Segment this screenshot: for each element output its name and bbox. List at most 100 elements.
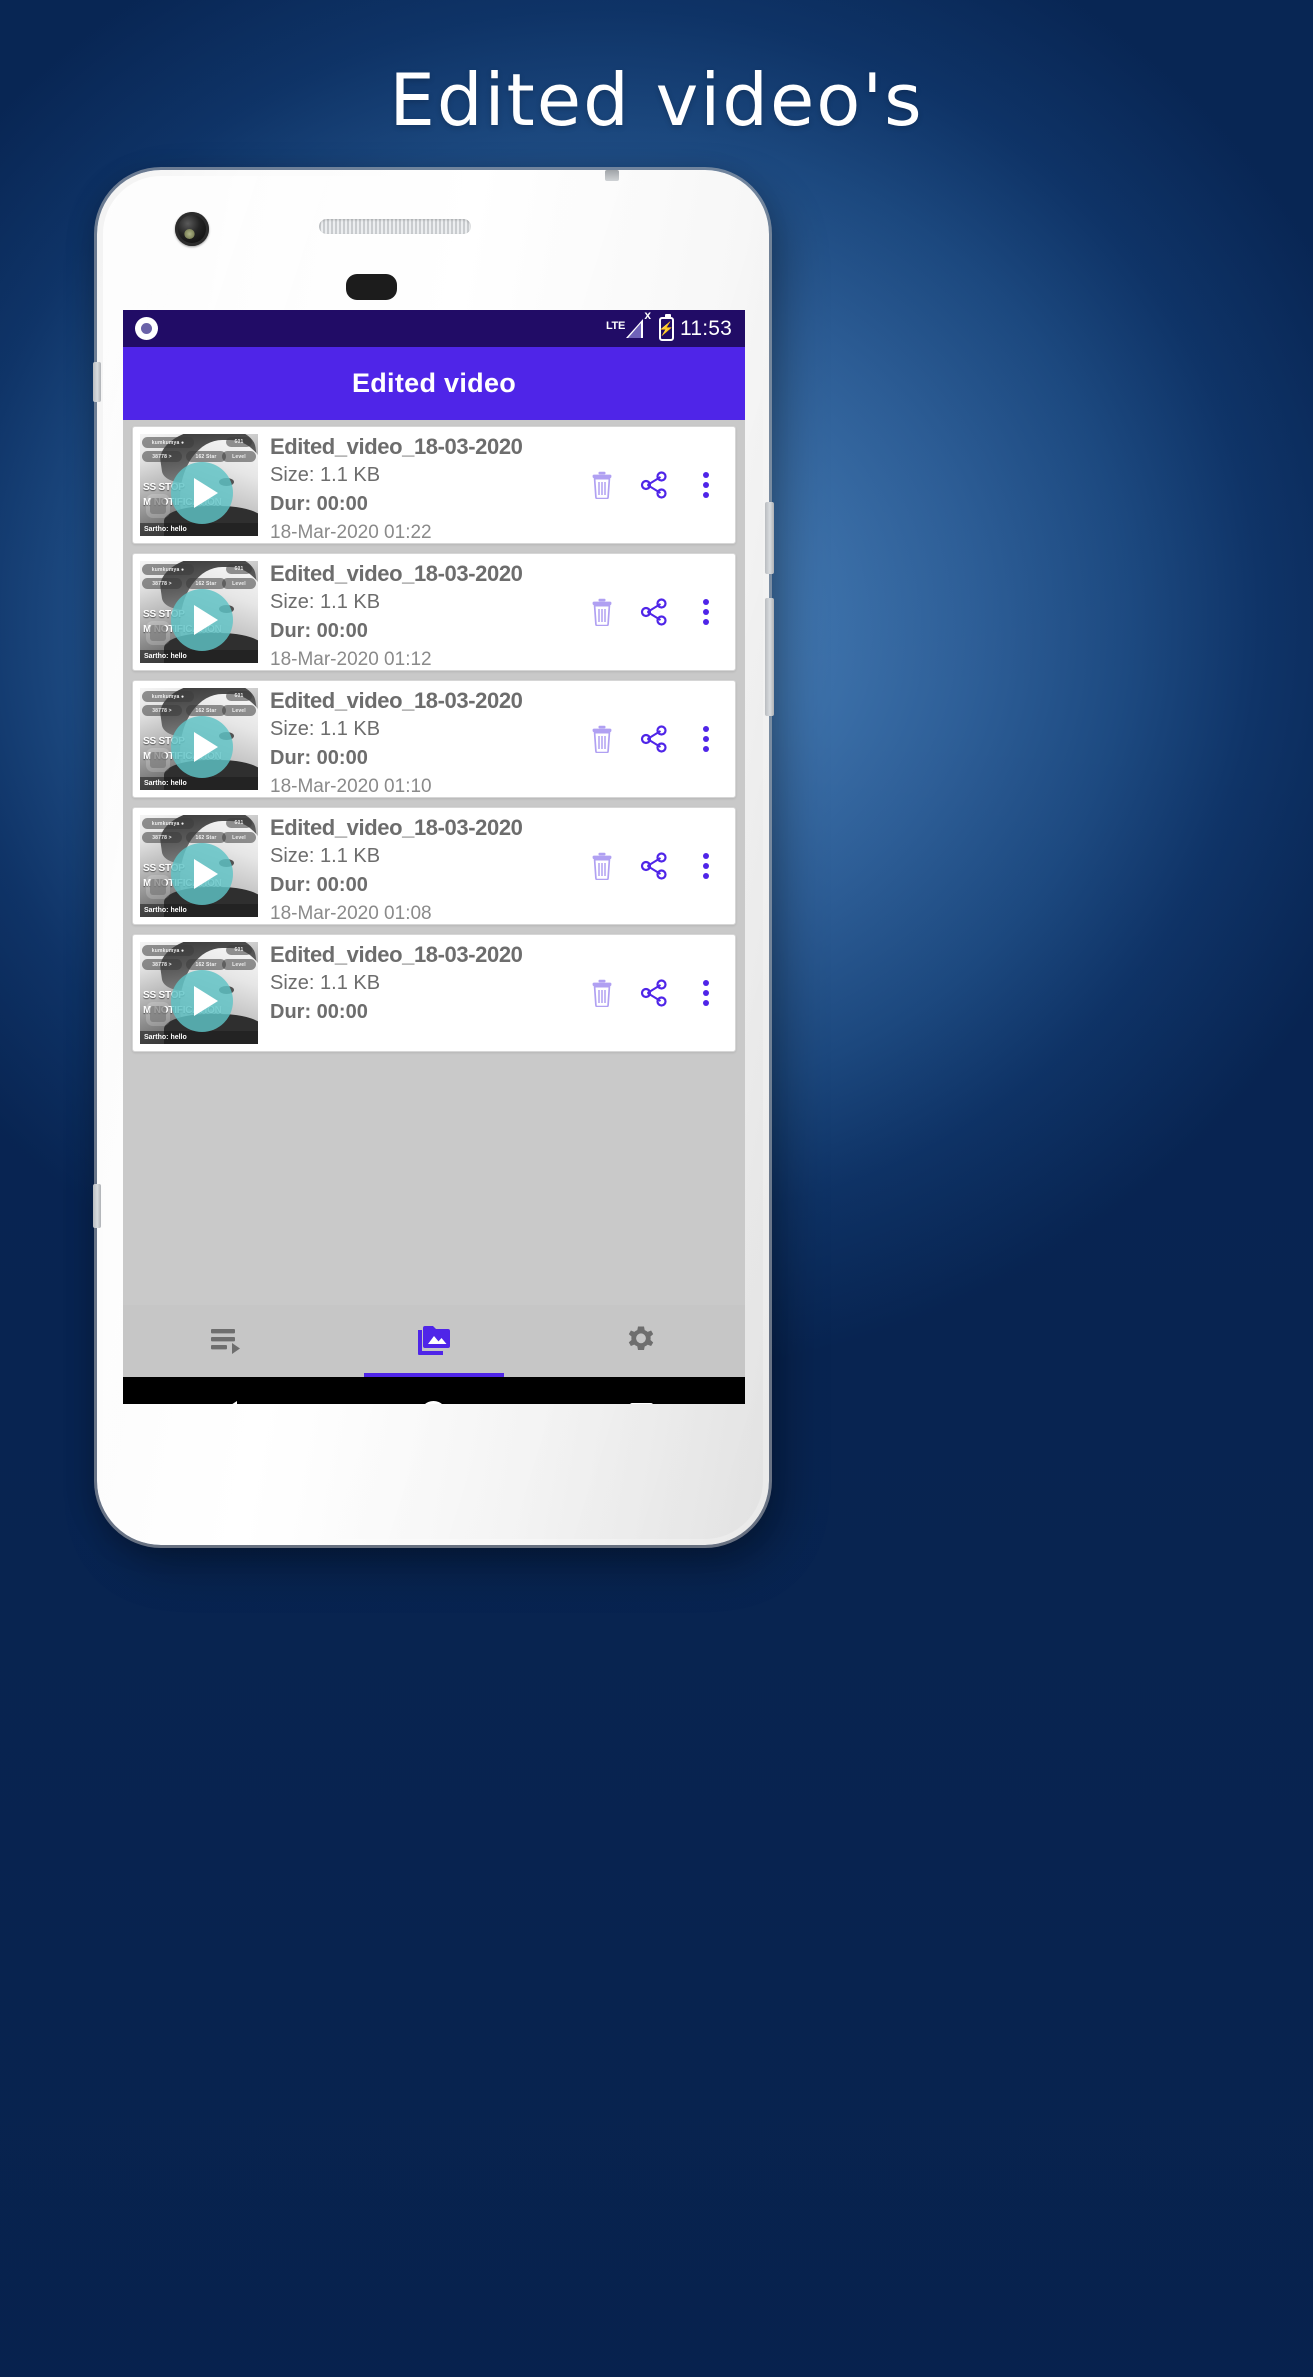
more-options-button[interactable] <box>689 849 723 883</box>
phone-volume-button[interactable] <box>765 598 774 716</box>
video-actions <box>581 681 735 797</box>
more-options-button[interactable] <box>689 468 723 502</box>
video-actions <box>581 427 735 543</box>
thumbnail-pill-count: 38778 > <box>142 451 182 462</box>
share-nodes-icon <box>640 979 667 1007</box>
thumbnail-caption-bar: Sartho: hello <box>140 904 258 917</box>
thumbnail-pill-level: Level <box>222 705 256 716</box>
video-list-item[interactable]: kumkumya ● 38778 >162 Star 601 Level SS STOP… <box>132 934 736 1052</box>
bottom-nav-item-gallery[interactable] <box>330 1305 537 1377</box>
thumbnail-pill-star: 162 Star <box>186 959 226 970</box>
thumbnail-art-square <box>150 498 166 514</box>
thumbnail-art-square <box>150 752 166 768</box>
share-button[interactable] <box>637 976 671 1010</box>
thumbnail-pill-views: 601 <box>226 564 252 574</box>
phone-left-band-top <box>93 362 101 402</box>
more-options-button[interactable] <box>689 722 723 756</box>
video-thumbnail[interactable]: kumkumya ● 38778 >162 Star 601 Level SS STOP… <box>140 688 258 790</box>
video-duration: Dur: 00:00 <box>270 493 368 515</box>
video-duration: Dur: 00:00 <box>270 874 368 896</box>
thumbnail-pill-star: 162 Star <box>186 705 226 716</box>
video-thumbnail[interactable]: kumkumya ● 38778 >162 Star 601 Level SS STOP… <box>140 434 258 536</box>
video-meta: Edited_video_18-03-2020 Size: 1.1 KB Dur: … <box>258 554 581 670</box>
thumbnail-caption-bar: Sartho: hello <box>140 650 258 663</box>
delete-button[interactable] <box>585 595 619 629</box>
thumbnail-pill-level: Level <box>222 959 256 970</box>
trash-icon <box>592 471 612 499</box>
video-actions <box>581 808 735 924</box>
video-list-item[interactable]: kumkumya ● 38778 >162 Star 601 Level SS STOP… <box>132 553 736 671</box>
network-label: LTE <box>605 320 625 332</box>
thumbnail-pill-views: 601 <box>226 691 252 701</box>
kebab-menu-icon <box>697 980 715 1006</box>
phone-mockup: LTE x ⚡ 11:53 Edited video kumkumya ● 387… <box>93 170 774 1545</box>
thumbnail-pill-username: kumkumya ● <box>142 945 194 956</box>
phone-top-antenna-band <box>605 170 619 181</box>
android-navigation-bar <box>123 1377 745 1404</box>
video-thumbnail[interactable]: kumkumya ● 38778 >162 Star 601 Level SS STOP… <box>140 561 258 663</box>
play-circle-icon[interactable] <box>171 589 233 651</box>
thumbnail-pill-star: 162 Star <box>186 451 226 462</box>
video-thumbnail[interactable]: kumkumya ● 38778 >162 Star 601 Level SS STOP… <box>140 942 258 1044</box>
video-date: 18-Mar-2020 01:08 <box>270 903 432 924</box>
delete-button[interactable] <box>585 976 619 1010</box>
phone-left-band-bottom <box>93 1184 101 1228</box>
bottom-navigation-bar <box>123 1305 745 1377</box>
delete-button[interactable] <box>585 722 619 756</box>
thumbnail-caption-bar: Sartho: hello <box>140 777 258 790</box>
phone-power-button[interactable] <box>765 502 774 574</box>
play-circle-icon[interactable] <box>171 462 233 524</box>
share-button[interactable] <box>637 468 671 502</box>
no-service-x-label: x <box>644 310 651 322</box>
video-size: Size: 1.1 KB <box>270 591 381 613</box>
share-nodes-icon <box>640 852 667 880</box>
video-size: Size: 1.1 KB <box>270 972 381 994</box>
video-duration: Dur: 00:00 <box>270 747 368 769</box>
video-title: Edited_video_18-03-2020 <box>270 561 523 586</box>
play-circle-icon[interactable] <box>171 843 233 905</box>
gear-icon <box>629 1326 654 1350</box>
thumbnail-pill-star: 162 Star <box>186 578 226 589</box>
poster-title: Edited video's <box>389 58 924 142</box>
bottom-nav-item-settings[interactable] <box>538 1305 745 1377</box>
delete-button[interactable] <box>585 468 619 502</box>
kebab-menu-icon <box>697 853 715 879</box>
share-button[interactable] <box>637 595 671 629</box>
trash-icon <box>592 725 612 753</box>
video-list-item[interactable]: kumkumya ● 38778 >162 Star 601 Level SS STOP… <box>132 680 736 798</box>
video-list-item[interactable]: kumkumya ● 38778 >162 Star 601 Level SS STOP… <box>132 807 736 925</box>
video-list[interactable]: kumkumya ● 38778 >162 Star 601 Level SS STOP… <box>123 420 745 1305</box>
video-actions <box>581 935 735 1051</box>
video-meta: Edited_video_18-03-2020 Size: 1.1 KB Dur: … <box>258 808 581 924</box>
thumbnail-pill-level: Level <box>222 578 256 589</box>
front-camera-icon <box>175 212 209 246</box>
trash-icon <box>592 598 612 626</box>
share-button[interactable] <box>637 849 671 883</box>
thumbnail-pill-views: 601 <box>226 818 252 828</box>
video-duration: Dur: 00:00 <box>270 620 368 642</box>
signal-indicator: LTE x <box>605 310 651 338</box>
video-thumbnail[interactable]: kumkumya ● 38778 >162 Star 601 Level SS STOP… <box>140 815 258 917</box>
earpiece-speaker <box>319 219 471 234</box>
thumbnail-pill-count: 38778 > <box>142 832 182 843</box>
bottom-nav-item-playlist[interactable] <box>123 1305 330 1377</box>
thumbnail-pill-count: 38778 > <box>142 705 182 716</box>
more-options-button[interactable] <box>689 595 723 629</box>
thumbnail-pill-username: kumkumya ● <box>142 691 194 702</box>
play-circle-icon[interactable] <box>171 970 233 1032</box>
play-circle-icon[interactable] <box>171 716 233 778</box>
thumbnail-pill-level: Level <box>222 832 256 843</box>
share-nodes-icon <box>640 598 667 626</box>
phone-screen: LTE x ⚡ 11:53 Edited video kumkumya ● 387… <box>123 310 745 1404</box>
proximity-sensor <box>346 274 397 300</box>
status-bar-right: LTE x ⚡ 11:53 <box>605 310 732 341</box>
more-options-button[interactable] <box>689 976 723 1010</box>
kebab-menu-icon <box>697 472 715 498</box>
thumbnail-pill-level: Level <box>222 451 256 462</box>
delete-button[interactable] <box>585 849 619 883</box>
thumbnail-pill-count: 38778 > <box>142 578 182 589</box>
share-button[interactable] <box>637 722 671 756</box>
video-list-item[interactable]: kumkumya ● 38778 >162 Star 601 Level SS STOP… <box>132 426 736 544</box>
app-bar-title: Edited video <box>351 368 517 398</box>
thumbnail-pill-username: kumkumya ● <box>142 818 194 829</box>
